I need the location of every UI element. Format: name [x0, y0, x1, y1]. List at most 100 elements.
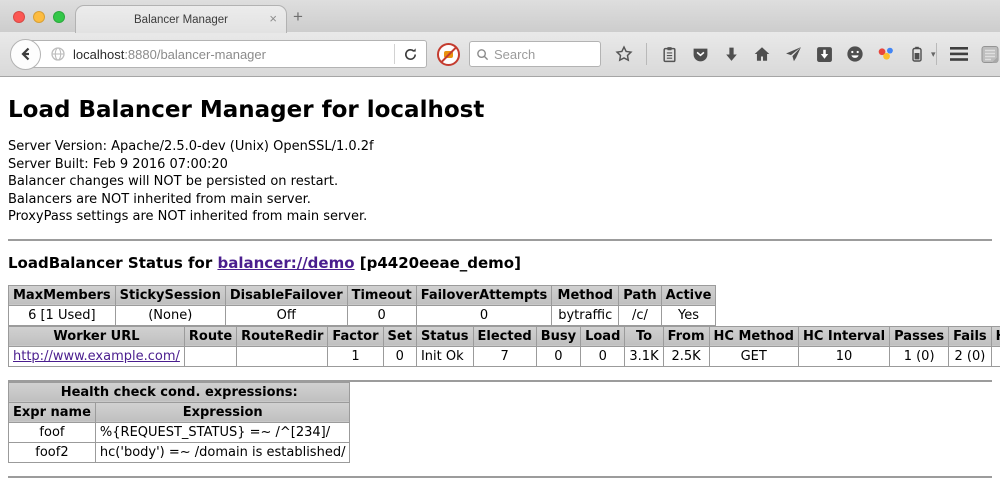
tab-close-icon[interactable]: ×: [269, 11, 277, 26]
url-bar[interactable]: localhost:8880/balancer-manager: [25, 40, 427, 68]
cell-maxmembers: 6 [1 Used]: [9, 305, 116, 325]
battery-extension-icon[interactable]: [908, 45, 926, 63]
toolbar-icons: ▾: [615, 43, 936, 65]
search-input[interactable]: [494, 47, 584, 62]
cell-hc-uri: [991, 346, 1000, 366]
col-active: Active: [661, 285, 716, 305]
menu-group: [936, 43, 999, 65]
col-hc-uri: HC uri: [991, 326, 1000, 346]
server-info: Server Version: Apache/2.5.0-dev (Unix) …: [8, 138, 992, 226]
table-row: foof %{REQUEST_STATUS} =~ /^[234]/: [9, 422, 350, 442]
new-tab-button[interactable]: +: [293, 7, 303, 27]
globe-icon: [50, 46, 66, 62]
col-factor: Factor: [328, 326, 383, 346]
worker-url-link[interactable]: http://www.example.com/: [13, 349, 180, 364]
col-passes: Passes: [890, 326, 949, 346]
col-disablefailover: DisableFailover: [225, 285, 347, 305]
balancer-settings-table: MaxMembers StickySession DisableFailover…: [8, 285, 716, 326]
cell-set: 0: [383, 346, 416, 366]
balancer-status-heading: LoadBalancer Status for balancer://demo …: [8, 254, 992, 272]
hamburger-menu-icon[interactable]: [950, 45, 968, 63]
col-timeout: Timeout: [347, 285, 416, 305]
cell-stickysession: (None): [115, 305, 225, 325]
server-version-line: Server Version: Apache/2.5.0-dev (Unix) …: [8, 138, 992, 156]
col-route: Route: [184, 326, 236, 346]
divider: [8, 476, 992, 478]
cell-to: 3.1K: [625, 346, 663, 366]
tab-bar: Balancer Manager × +: [0, 0, 1000, 32]
url-host: localhost: [73, 47, 124, 62]
download-box-icon[interactable]: [815, 45, 833, 63]
close-window-button[interactable]: [13, 11, 25, 23]
cell-passes: 1 (0): [890, 346, 949, 366]
health-table-title: Health check cond. expressions:: [9, 382, 350, 402]
table-title-row: Health check cond. expressions:: [9, 382, 350, 402]
traffic-lights: [13, 11, 65, 23]
url-path: :8880/balancer-manager: [124, 47, 266, 62]
server-built-line: Server Built: Feb 9 2016 07:00:20: [8, 156, 992, 174]
cell-fails: 2 (0): [949, 346, 992, 366]
heading-suffix: [p4420eeae_demo]: [355, 254, 521, 272]
heading-prefix: LoadBalancer Status for: [8, 254, 217, 272]
search-icon: [476, 48, 489, 61]
table-row: 6 [1 Used] (None) Off 0 0 bytraffic /c/ …: [9, 305, 716, 325]
zoom-window-button[interactable]: [53, 11, 65, 23]
col-failoverattempts: FailoverAttempts: [416, 285, 552, 305]
page-content: Load Balancer Manager for localhost Serv…: [0, 97, 1000, 478]
toolbar-separator: [936, 43, 937, 65]
col-set: Set: [383, 326, 416, 346]
cell-path: /c/: [619, 305, 661, 325]
col-maxmembers: MaxMembers: [9, 285, 116, 305]
cell-routeredir: [237, 346, 328, 366]
search-box[interactable]: [469, 41, 601, 67]
url-text: localhost:8880/balancer-manager: [73, 47, 394, 62]
divider: [8, 239, 992, 241]
col-fails: Fails: [949, 326, 992, 346]
cell-elected: 7: [473, 346, 536, 366]
col-load: Load: [581, 326, 625, 346]
send-tab-icon[interactable]: [784, 45, 802, 63]
downloads-arrow-icon[interactable]: [722, 45, 740, 63]
inherit-warning-line: Balancers are NOT inherited from main se…: [8, 191, 992, 209]
worker-table: Worker URL Route RouteRedir Factor Set S…: [8, 326, 1000, 367]
cell-method: bytraffic: [552, 305, 619, 325]
col-hc-method: HC Method: [709, 326, 798, 346]
tab-title: Balancer Manager: [134, 14, 228, 26]
page-title: Load Balancer Manager for localhost: [8, 97, 992, 123]
col-from: From: [663, 326, 709, 346]
cell-worker-url: http://www.example.com/: [9, 346, 185, 366]
home-icon[interactable]: [753, 45, 771, 63]
navigation-bar: localhost:8880/balancer-manager: [0, 32, 1000, 77]
tab-balancer-manager[interactable]: Balancer Manager ×: [75, 5, 287, 33]
browser-window: Balancer Manager × + localhost:8880/bala…: [0, 0, 1000, 491]
toolbar-separator: [646, 43, 647, 65]
cell-factor: 1: [328, 346, 383, 366]
cell-hc-method: GET: [709, 346, 798, 366]
cell-failoverattempts: 0: [416, 305, 552, 325]
colored-dots-extension-icon[interactable]: [877, 45, 895, 63]
col-to: To: [625, 326, 663, 346]
col-elected: Elected: [473, 326, 536, 346]
health-check-table: Health check cond. expressions: Expr nam…: [8, 382, 350, 463]
col-path: Path: [619, 285, 661, 305]
col-worker-url: Worker URL: [9, 326, 185, 346]
plugin-block-icon[interactable]: [437, 43, 460, 66]
col-hc-interval: HC Interval: [798, 326, 889, 346]
page-thumbnail-icon[interactable]: [981, 45, 999, 63]
cell-hc-interval: 10: [798, 346, 889, 366]
pocket-icon[interactable]: [691, 45, 709, 63]
cell-busy: 0: [536, 346, 580, 366]
reload-icon: [403, 47, 418, 62]
bookmark-star-icon[interactable]: [615, 45, 633, 63]
minimize-window-button[interactable]: [33, 11, 45, 23]
clipboard-icon[interactable]: [660, 45, 678, 63]
smiley-icon[interactable]: [846, 45, 864, 63]
table-header-row: Worker URL Route RouteRedir Factor Set S…: [9, 326, 1000, 346]
reload-button[interactable]: [394, 44, 426, 64]
cell-load: 0: [581, 346, 625, 366]
proxypass-warning-line: ProxyPass settings are NOT inherited fro…: [8, 208, 992, 226]
cell-expression: hc('body') =~ /domain is established/: [95, 442, 350, 462]
back-button[interactable]: [10, 39, 41, 70]
table-header-row: Expr name Expression: [9, 402, 350, 422]
balancer-demo-link[interactable]: balancer://demo: [217, 254, 354, 272]
